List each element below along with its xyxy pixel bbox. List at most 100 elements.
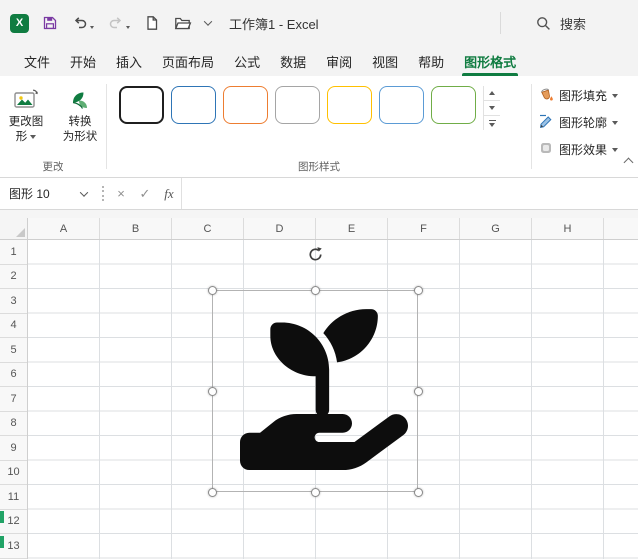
cancel-button[interactable]: × — [109, 178, 133, 209]
selection-handle-top-left[interactable] — [207, 285, 217, 295]
column-header-b[interactable]: B — [100, 218, 172, 239]
ribbon: 更改图 形 转换 为形状 更改 图形样式 图形填充 图形轮廓 图形效果 — [0, 76, 638, 178]
shape-fill-button[interactable]: 图形填充 — [538, 86, 636, 105]
quick-access-toolbar: X — [10, 13, 213, 33]
column-headers: A B C D E F G H — [0, 218, 638, 240]
tab-data[interactable]: 数据 — [270, 46, 316, 76]
column-header-g[interactable]: G — [460, 218, 532, 239]
save-icon — [43, 16, 57, 30]
open-file-button[interactable] — [173, 14, 193, 32]
name-box-resize-grip[interactable] — [96, 178, 109, 209]
selection-handle-top-right[interactable] — [413, 285, 423, 295]
row-header-10[interactable]: 10 — [0, 461, 27, 485]
row-header-5[interactable]: 5 — [0, 338, 27, 363]
new-file-icon — [147, 16, 158, 30]
row-headers: 1 2 3 4 5 6 7 8 9 10 11 12 13 — [0, 240, 28, 559]
tab-view[interactable]: 视图 — [362, 46, 408, 76]
chevron-down-icon — [612, 147, 619, 152]
row-header-11[interactable]: 11 — [0, 485, 27, 510]
change-graphic-icon — [13, 85, 39, 115]
undo-button[interactable] — [71, 14, 95, 32]
gallery-scroll — [483, 86, 500, 130]
shape-style-swatch-1[interactable] — [119, 86, 164, 124]
open-folder-icon — [174, 17, 192, 30]
green-marker — [0, 536, 4, 548]
gallery-more-button[interactable] — [484, 116, 500, 130]
worksheet: A B C D E F G H 1 2 3 4 5 6 7 8 9 10 11 … — [0, 218, 638, 559]
column-header-partial[interactable] — [604, 218, 638, 239]
convert-to-shape-icon — [68, 85, 92, 115]
search-icon — [537, 16, 550, 30]
save-button[interactable] — [41, 14, 59, 32]
change-group: 更改图 形 转换 为形状 更改 — [0, 76, 106, 177]
column-header-c[interactable]: C — [172, 218, 244, 239]
selected-shape-hand-holding-seedling[interactable] — [240, 304, 408, 476]
paint-bucket-icon — [538, 86, 554, 105]
insert-function-button[interactable]: fx — [157, 178, 181, 209]
tab-home[interactable]: 开始 — [60, 46, 106, 76]
shape-style-swatch-4[interactable] — [275, 86, 320, 124]
tab-insert[interactable]: 插入 — [106, 46, 152, 76]
selection-handle-bottom-left[interactable] — [207, 487, 217, 497]
column-header-f[interactable]: F — [388, 218, 460, 239]
row-header-8[interactable]: 8 — [0, 412, 27, 436]
formula-bar-spacer — [0, 210, 638, 218]
row-header-4[interactable]: 4 — [0, 314, 27, 338]
selection-handle-bottom-center[interactable] — [310, 487, 320, 497]
enter-button[interactable]: ✓ — [133, 178, 157, 209]
selection-handle-middle-right[interactable] — [413, 386, 423, 396]
row-header-1[interactable]: 1 — [0, 240, 27, 265]
new-file-button[interactable] — [143, 14, 161, 32]
name-box[interactable]: 图形 10 — [0, 178, 96, 209]
column-header-h[interactable]: H — [532, 218, 604, 239]
qat-customize-chevron-icon[interactable] — [203, 17, 213, 26]
row-header-3[interactable]: 3 — [0, 289, 27, 314]
row-header-2[interactable]: 2 — [0, 265, 27, 289]
tab-file[interactable]: 文件 — [14, 46, 60, 76]
tab-formulas[interactable]: 公式 — [224, 46, 270, 76]
excel-app-icon[interactable]: X — [10, 13, 29, 33]
formula-bar: 图形 10 × ✓ fx — [0, 178, 638, 210]
shape-style-swatch-5[interactable] — [327, 86, 372, 124]
shape-style-swatch-3[interactable] — [223, 86, 268, 124]
tab-help[interactable]: 帮助 — [408, 46, 454, 76]
column-header-d[interactable]: D — [244, 218, 316, 239]
window-title: 工作簿1 - Excel — [229, 16, 319, 32]
shape-style-swatch-2[interactable] — [171, 86, 216, 124]
shape-style-swatch-6[interactable] — [379, 86, 424, 124]
selection-handle-bottom-right[interactable] — [413, 487, 423, 497]
tab-shape-format[interactable]: 图形格式 — [454, 46, 526, 76]
column-header-e[interactable]: E — [316, 218, 388, 239]
chevron-down-icon — [612, 120, 619, 125]
select-all-corner[interactable] — [0, 218, 28, 239]
row-header-6[interactable]: 6 — [0, 363, 27, 387]
row-header-13[interactable]: 13 — [0, 534, 27, 559]
search-label: 搜索 — [559, 16, 586, 32]
search-box[interactable]: 搜索 — [500, 12, 586, 34]
tab-review[interactable]: 审阅 — [316, 46, 362, 76]
redo-dropdown-icon — [126, 26, 130, 29]
row-header-9[interactable]: 9 — [0, 436, 27, 461]
selection-handle-middle-left[interactable] — [207, 386, 217, 396]
cells-area[interactable] — [28, 240, 638, 559]
change-group-label: 更改 — [42, 161, 64, 173]
undo-icon — [74, 17, 87, 29]
shape-effects-button[interactable]: 图形效果 — [538, 140, 636, 159]
tab-page-layout[interactable]: 页面布局 — [152, 46, 224, 76]
selection-handle-top-center[interactable] — [310, 285, 320, 295]
ribbon-collapse-button[interactable] — [623, 154, 634, 169]
redo-button[interactable] — [107, 14, 131, 32]
shape-format-buttons-group: 图形填充 图形轮廓 图形效果 — [532, 76, 638, 177]
rotate-handle[interactable] — [307, 246, 324, 263]
row-header-7[interactable]: 7 — [0, 387, 27, 412]
ribbon-tabs: 文件 开始 插入 页面布局 公式 数据 审阅 视图 帮助 图形格式 — [0, 46, 638, 76]
pencil-icon — [538, 113, 554, 132]
formula-input[interactable] — [181, 178, 638, 209]
gallery-scroll-down-button[interactable] — [484, 101, 500, 116]
shape-outline-button[interactable]: 图形轮廓 — [538, 113, 636, 132]
gallery-scroll-up-button[interactable] — [484, 86, 500, 101]
row-header-12[interactable]: 12 — [0, 510, 27, 534]
name-box-chevron-icon — [79, 187, 89, 197]
shape-style-swatch-7[interactable] — [431, 86, 476, 124]
column-header-a[interactable]: A — [28, 218, 100, 239]
